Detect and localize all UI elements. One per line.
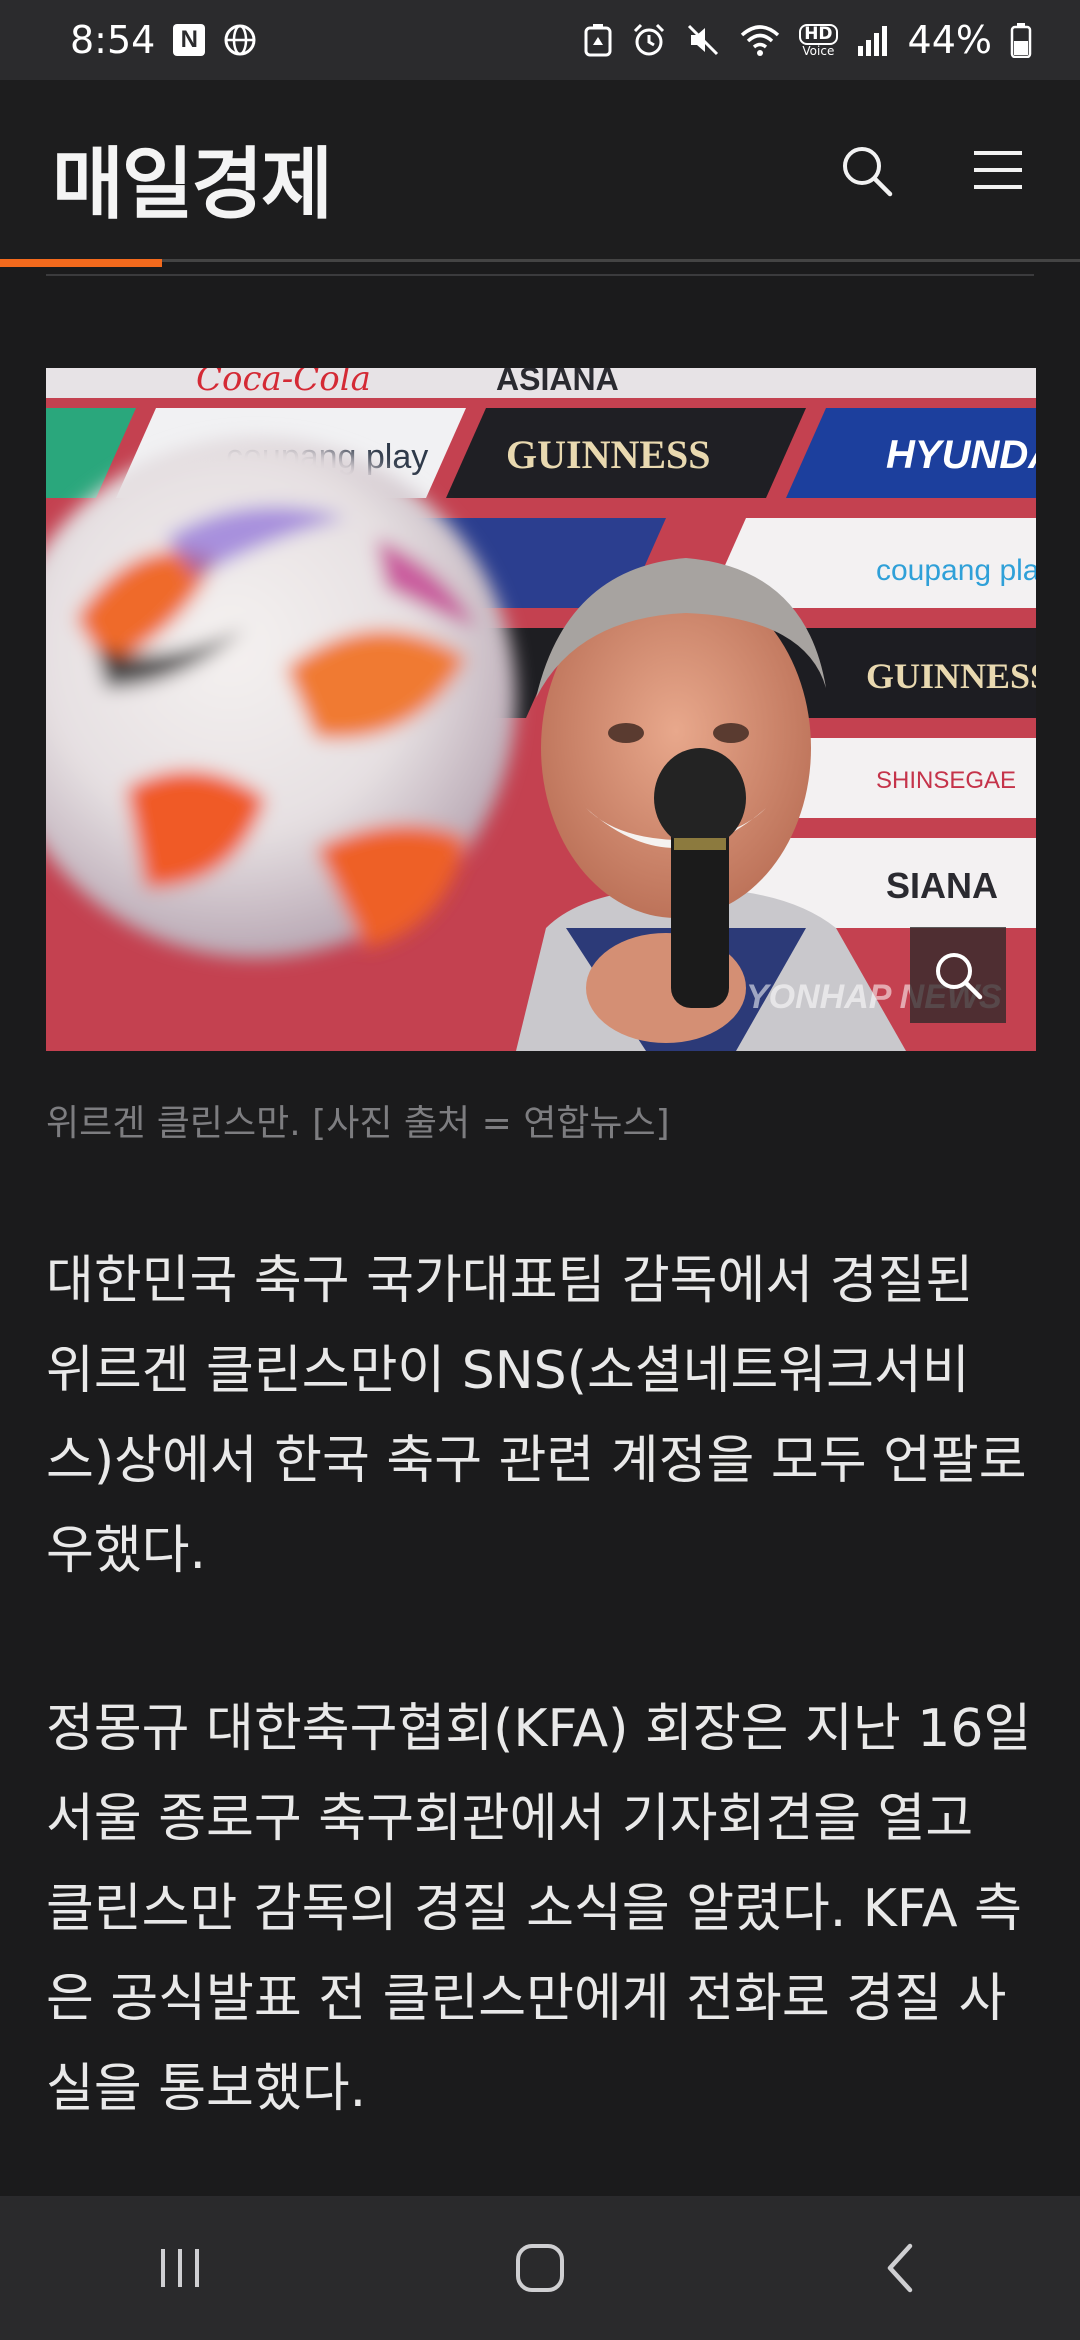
article-photo[interactable]: Coca-Cola ASIANA coupang play GUINNESS H… bbox=[46, 368, 1036, 1051]
search-button[interactable] bbox=[826, 130, 906, 210]
mute-icon bbox=[685, 22, 721, 58]
photo-illustration: Coca-Cola ASIANA coupang play GUINNESS H… bbox=[46, 368, 1036, 1051]
hamburger-menu-icon bbox=[974, 151, 1022, 189]
menu-button[interactable] bbox=[958, 130, 1038, 210]
back-button[interactable] bbox=[840, 2218, 960, 2318]
alarm-icon bbox=[631, 22, 667, 58]
hd-label: HD bbox=[799, 23, 838, 45]
home-icon bbox=[516, 2244, 564, 2292]
content-divider bbox=[46, 274, 1034, 276]
sponsor-asiana: ASIANA bbox=[496, 368, 619, 397]
sponsor-shinsegae: SHINSEGAE bbox=[876, 767, 1016, 794]
signal-icon bbox=[856, 24, 890, 56]
back-icon bbox=[887, 2243, 913, 2293]
status-bar: 8:54 N HD Voice 44% bbox=[0, 0, 1080, 80]
article-paragraph-1: 대한민국 축구 국가대표팀 감독에서 경질된 위르겐 클린스만이 SNS(소셜네… bbox=[46, 1251, 1027, 1581]
reading-progress-bar bbox=[0, 259, 162, 267]
sponsor-hyundai: HYUNDAI bbox=[886, 433, 1036, 477]
status-time: 8:54 bbox=[70, 18, 156, 62]
home-button[interactable] bbox=[480, 2218, 600, 2318]
header-divider bbox=[0, 259, 1080, 262]
sponsor-guinness: GUINNESS bbox=[506, 432, 711, 477]
sponsor-coupang-2: coupang play bbox=[876, 554, 1036, 587]
status-right: HD Voice 44% bbox=[583, 18, 1032, 62]
photo-caption: 위르겐 클린스만. [사진 출처 = 연합뉴스] bbox=[46, 1103, 670, 1144]
status-left: 8:54 N bbox=[70, 18, 257, 62]
recent-apps-icon bbox=[161, 2249, 199, 2287]
recent-apps-button[interactable] bbox=[120, 2218, 240, 2318]
wifi-icon bbox=[739, 23, 781, 57]
search-icon bbox=[843, 147, 893, 197]
globe-icon bbox=[223, 23, 257, 57]
photo-zoom-button[interactable] bbox=[910, 927, 1006, 1023]
recycle-icon bbox=[583, 23, 613, 57]
hd-voice-icon: HD Voice bbox=[799, 23, 838, 58]
sponsor-guinness-2: GUINNESS bbox=[866, 656, 1036, 696]
sponsor-cocacola: Coca-Cola bbox=[196, 368, 371, 399]
system-navigation-bar bbox=[0, 2196, 1080, 2340]
sponsor-asiana-2: SIANA bbox=[886, 865, 998, 906]
site-logo[interactable]: 매일경제 bbox=[52, 122, 333, 234]
app-header: 매일경제 bbox=[0, 80, 1080, 260]
naver-notification-icon: N bbox=[173, 24, 206, 56]
zoom-icon bbox=[936, 953, 983, 1000]
article-paragraph-2: 정몽규 대한축구협회(KFA) 회장은 지난 16일 서울 종로구 축구회관에서… bbox=[46, 1699, 1032, 2119]
battery-icon bbox=[1010, 22, 1032, 58]
voice-label: Voice bbox=[802, 43, 835, 58]
battery-percent: 44% bbox=[907, 18, 992, 62]
